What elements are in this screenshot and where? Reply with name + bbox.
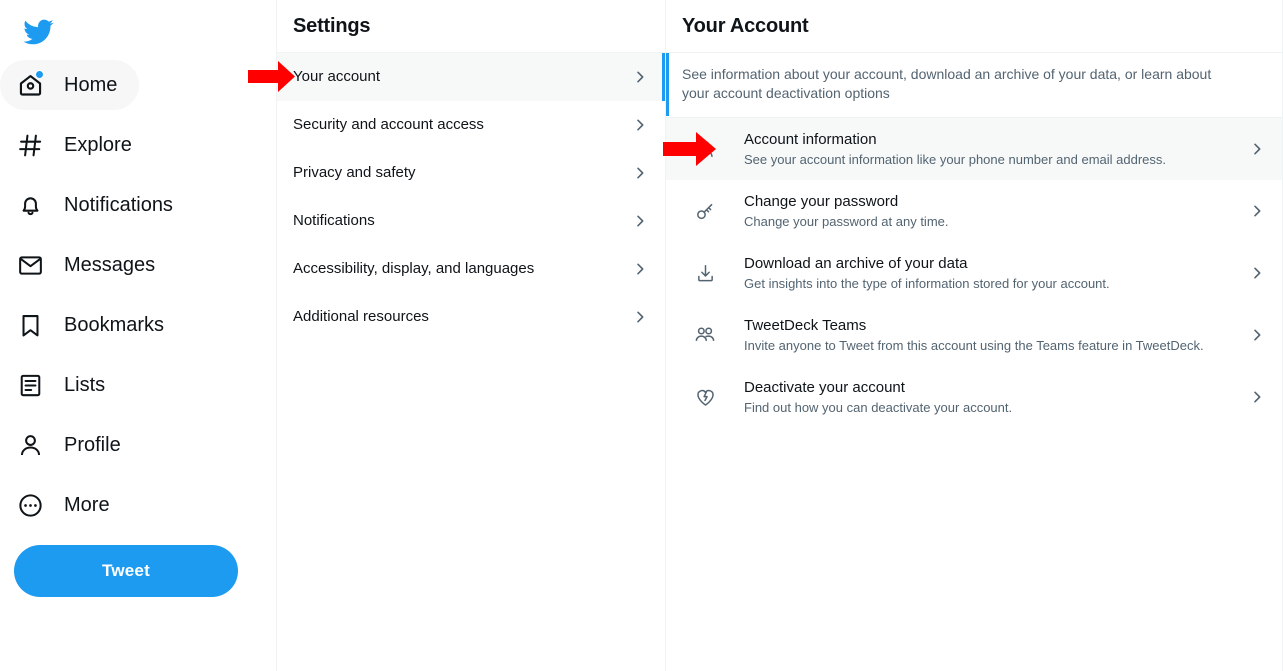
settings-item-accessibility-display-and-languages[interactable]: Accessibility, display, and languages (277, 245, 665, 293)
chevron-right-icon (631, 116, 649, 134)
sidebar-item-messages[interactable]: Messages (0, 240, 155, 290)
sidebar-item-profile[interactable]: Profile (0, 420, 121, 470)
row-text: Download an archive of your data Get ins… (744, 254, 1236, 292)
sidebar-item-label: Profile (64, 433, 121, 457)
chevron-right-icon (631, 212, 649, 230)
chevron-right-icon (1248, 326, 1266, 344)
settings-list: Your account Security and account access… (277, 53, 665, 341)
twitter-bird-icon (22, 16, 54, 48)
row-tweetdeck-teams[interactable]: TweetDeck Teams Invite anyone to Tweet f… (666, 304, 1282, 366)
your-account-description: See information about your account, down… (666, 53, 1282, 118)
row-title: Account information (744, 130, 1236, 150)
row-download-an-archive-of-your-data[interactable]: Download an archive of your data Get ins… (666, 242, 1282, 304)
row-title: Download an archive of your data (744, 254, 1236, 274)
twitter-logo[interactable] (14, 8, 62, 56)
row-subtitle: Get insights into the type of informatio… (744, 275, 1236, 292)
chevron-right-icon (631, 260, 649, 278)
envelope-icon (14, 249, 46, 281)
primary-sidebar: Home Explore Notifications (0, 0, 277, 671)
sidebar-item-label: More (64, 493, 110, 517)
sidebar-item-explore[interactable]: Explore (0, 120, 132, 170)
your-account-header: Your Account (666, 0, 1282, 53)
row-deactivate-your-account[interactable]: Deactivate your account Find out how you… (666, 366, 1282, 428)
row-title: Deactivate your account (744, 378, 1236, 398)
settings-item-notifications[interactable]: Notifications (277, 197, 665, 245)
sidebar-item-label: Bookmarks (64, 313, 164, 337)
chevron-right-icon (1248, 202, 1266, 220)
row-text: Account information See your account inf… (744, 130, 1236, 168)
row-subtitle: Change your password at any time. (744, 213, 1236, 230)
more-ellipsis-icon (14, 489, 46, 521)
settings-column: Settings Your account Security and accou… (277, 0, 666, 671)
bell-icon (14, 189, 46, 221)
page-title: Your Account (682, 15, 809, 38)
person-icon (14, 429, 46, 461)
tweet-button[interactable]: Tweet (14, 545, 238, 597)
sidebar-item-label: Notifications (64, 193, 173, 217)
people-group-icon (694, 324, 716, 346)
row-title: Change your password (744, 192, 1236, 212)
row-text: Deactivate your account Find out how you… (744, 378, 1236, 416)
sidebar-item-more[interactable]: More (0, 480, 110, 530)
download-icon (694, 262, 716, 284)
notification-badge-dot (35, 70, 44, 79)
row-change-your-password[interactable]: Change your password Change your passwor… (666, 180, 1282, 242)
settings-item-security-and-account-access[interactable]: Security and account access (277, 101, 665, 149)
sidebar-item-label: Explore (64, 133, 132, 157)
row-subtitle: Find out how you can deactivate your acc… (744, 399, 1236, 416)
your-account-panel: Your Account See information about your … (666, 0, 1283, 671)
chevron-right-icon (1248, 388, 1266, 406)
sidebar-item-label: Messages (64, 253, 155, 277)
chevron-right-icon (1248, 264, 1266, 282)
row-subtitle: Invite anyone to Tweet from this account… (744, 337, 1236, 354)
sidebar-item-label: Lists (64, 373, 105, 397)
key-icon (694, 200, 716, 222)
settings-item-label: Your account (293, 67, 631, 87)
broken-heart-icon (694, 386, 716, 408)
row-subtitle: See your account information like your p… (744, 151, 1236, 168)
row-text: Change your password Change your passwor… (744, 192, 1236, 230)
row-title: TweetDeck Teams (744, 316, 1236, 336)
row-text: TweetDeck Teams Invite anyone to Tweet f… (744, 316, 1236, 354)
chevron-right-icon (631, 308, 649, 326)
row-account-information[interactable]: Account information See your account inf… (666, 118, 1282, 180)
sidebar-nav-list: Home Explore Notifications (0, 60, 277, 540)
sidebar-item-lists[interactable]: Lists (0, 360, 105, 410)
settings-item-label: Notifications (293, 211, 631, 231)
hashtag-icon (14, 129, 46, 161)
settings-title: Settings (293, 15, 370, 38)
chevron-right-icon (631, 68, 649, 86)
sidebar-item-bookmarks[interactable]: Bookmarks (0, 300, 164, 350)
chevron-right-icon (631, 164, 649, 182)
settings-item-privacy-and-safety[interactable]: Privacy and safety (277, 149, 665, 197)
list-icon (14, 369, 46, 401)
sidebar-item-notifications[interactable]: Notifications (0, 180, 173, 230)
settings-header: Settings (277, 0, 665, 53)
description-text: See information about your account, down… (682, 65, 1222, 103)
bookmark-icon (14, 309, 46, 341)
twitter-settings-page: Home Explore Notifications (0, 0, 1283, 671)
sidebar-item-home[interactable]: Home (0, 60, 139, 110)
settings-item-label: Security and account access (293, 115, 631, 135)
settings-item-additional-resources[interactable]: Additional resources (277, 293, 665, 341)
sidebar-item-label: Home (64, 73, 117, 97)
chevron-right-icon (1248, 140, 1266, 158)
settings-item-label: Additional resources (293, 307, 631, 327)
settings-item-label: Privacy and safety (293, 163, 631, 183)
person-icon (694, 138, 716, 160)
home-icon (14, 69, 46, 101)
your-account-rows: Account information See your account inf… (666, 118, 1282, 428)
settings-item-label: Accessibility, display, and languages (293, 259, 631, 279)
settings-item-your-account[interactable]: Your account (277, 53, 665, 101)
